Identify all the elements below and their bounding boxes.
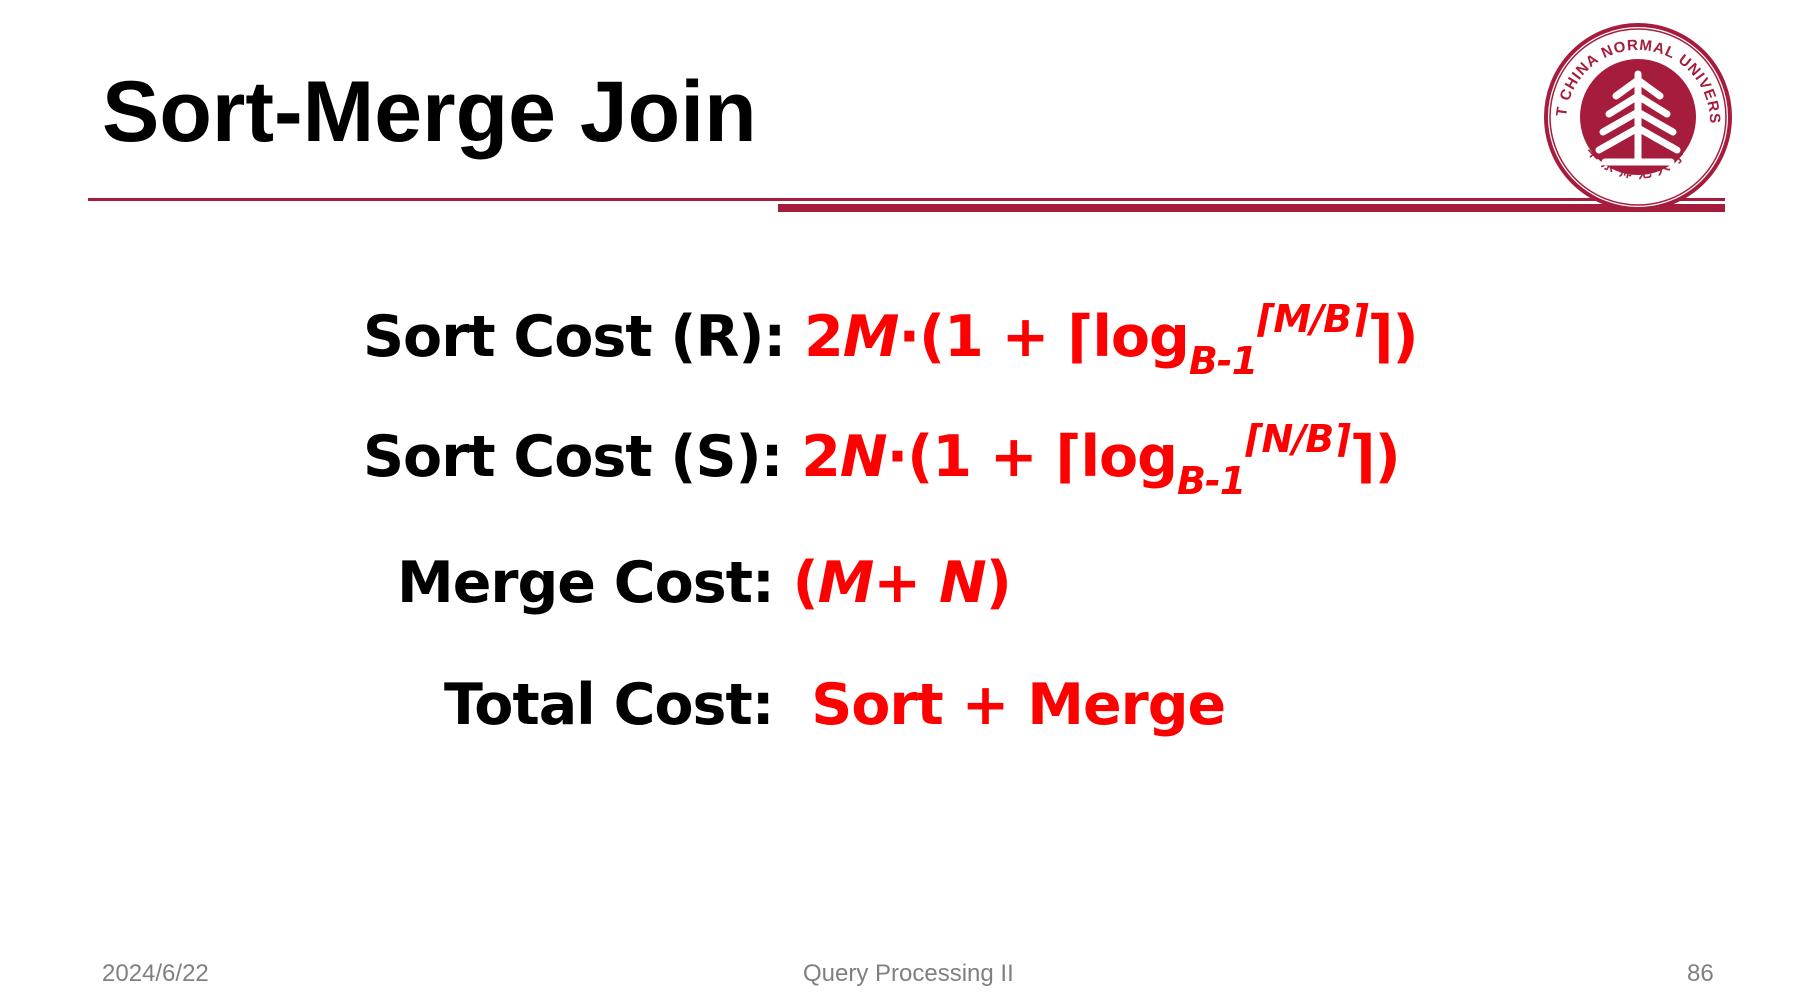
sort-cost-s-label: Sort Cost (S): bbox=[363, 424, 802, 490]
sort-cost-r-label: Sort Cost (R): bbox=[363, 304, 805, 370]
university-logo: EAST CHINA NORMAL UNIVERSITY 华东师范大学 bbox=[1543, 22, 1732, 211]
footer-title: Query Processing II bbox=[803, 960, 1014, 987]
total-cost-formula: Total Cost: Sort + Merge bbox=[444, 670, 1226, 740]
merge-cost-formula: Merge Cost: (M+ N) bbox=[397, 548, 1012, 618]
slide-title: Sort-Merge Join bbox=[102, 64, 757, 160]
sort-cost-s-formula: Sort Cost (S): 2N·(1 + ⌈logB-1⌈N/B⌉⌉) bbox=[363, 417, 1401, 503]
slide-number: 86 bbox=[1687, 960, 1714, 987]
merge-cost-expression: (M+ N) bbox=[792, 550, 1012, 616]
total-cost-label: Total Cost: bbox=[444, 672, 812, 738]
footer-date: 2024/6/22 bbox=[102, 960, 209, 987]
sort-cost-r-expression: 2M·(1 + ⌈logB-1⌈M/B⌉⌉) bbox=[804, 297, 1419, 383]
merge-cost-label: Merge Cost: bbox=[397, 550, 793, 616]
sort-cost-r-formula: Sort Cost (R): 2M·(1 + ⌈logB-1⌈M/B⌉⌉) bbox=[363, 297, 1419, 383]
sort-cost-s-expression: 2N·(1 + ⌈logB-1⌈N/B⌉⌉) bbox=[801, 417, 1400, 503]
title-divider-thin bbox=[88, 198, 1725, 201]
total-cost-value: Sort + Merge bbox=[811, 672, 1226, 738]
